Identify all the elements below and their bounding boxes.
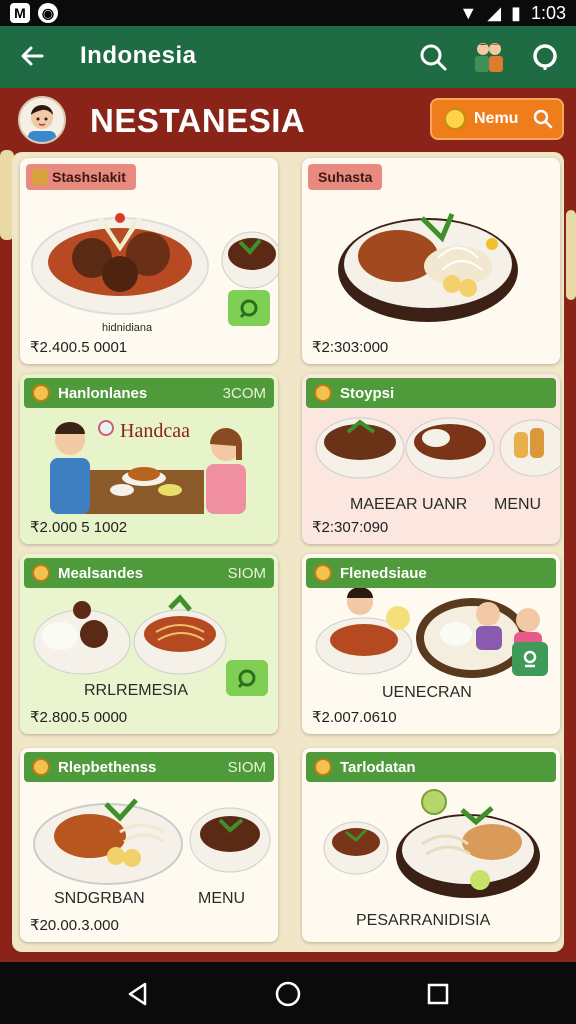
card-title: Suhasta bbox=[318, 169, 373, 185]
back-nav-icon[interactable] bbox=[122, 978, 154, 1010]
search-icon[interactable] bbox=[414, 38, 452, 76]
battery-icon: ▮ bbox=[511, 3, 521, 23]
card-badge: 3COM bbox=[222, 385, 266, 402]
menu-button-label: Nemu bbox=[474, 110, 519, 127]
menu-card-2[interactable]: Suhasta ₹2:303:000 bbox=[302, 158, 560, 364]
menu-badge-icon bbox=[314, 564, 332, 582]
side-decoration-right bbox=[566, 210, 576, 300]
menu-panel: Stashslakit hidnidiana ₹2.400.5 0001 Suh… bbox=[12, 152, 564, 952]
card-title: Tarlodatan bbox=[340, 758, 416, 776]
card-tag: Suhasta bbox=[308, 164, 383, 190]
card-title: Hanlonlanes bbox=[58, 384, 148, 402]
card-header-bar: Mealsandes SIOM bbox=[24, 558, 274, 588]
card-caption: PESARRANIDISIA bbox=[356, 912, 491, 929]
menu-card-4[interactable]: Stoypsi MAEEAR UANR MENU ₹2:307:090 bbox=[302, 374, 560, 544]
location-pin-button[interactable] bbox=[512, 642, 548, 676]
cart-icon bbox=[237, 669, 256, 689]
card-badge: SIOM bbox=[227, 759, 266, 776]
card-tag: Stashslakit bbox=[26, 164, 136, 190]
wifi-icon: ▼ bbox=[459, 3, 478, 23]
menu-badge-icon bbox=[314, 384, 332, 402]
pin-icon bbox=[523, 650, 537, 668]
card-price: ₹2.800.5 0000 bbox=[30, 709, 128, 726]
card-caption: UENECRAN bbox=[382, 684, 472, 701]
signal-icon: ◢ bbox=[487, 3, 502, 23]
add-to-cart-button[interactable] bbox=[226, 660, 268, 696]
recents-nav-icon[interactable] bbox=[422, 978, 454, 1010]
app-bar: Indonesia bbox=[0, 26, 576, 88]
card-caption: hidnidiana bbox=[102, 322, 153, 334]
restaurant-header: NESTANESIA Nemu bbox=[0, 88, 576, 152]
status-time: 1:03 bbox=[530, 3, 566, 23]
card-title: Stashslakit bbox=[52, 169, 126, 185]
card-header-bar: Hanlonlanes 3COM bbox=[24, 378, 274, 408]
menu-badge-icon bbox=[314, 758, 332, 776]
card-title: Stoypsi bbox=[340, 384, 395, 402]
card-price: ₹2.400.5 0001 bbox=[30, 339, 128, 356]
card-header-bar: Rlepbethenss SIOM bbox=[24, 752, 274, 782]
system-nav-bar bbox=[0, 962, 576, 1024]
card-price: ₹20.00.3.000 bbox=[30, 917, 119, 934]
menu-badge-icon bbox=[32, 758, 50, 776]
location-icon[interactable] bbox=[526, 38, 564, 76]
menu-card-6[interactable]: Flenedsiaue UENECRAN ₹2.007.0610 bbox=[302, 554, 560, 734]
card-caption: Handcaa bbox=[120, 420, 190, 442]
card-header-bar: Stoypsi bbox=[306, 378, 556, 408]
card-price: ₹2:303:000 bbox=[312, 339, 389, 356]
menu-search-icon bbox=[534, 109, 553, 129]
cart-icon bbox=[239, 299, 258, 319]
menu-card-1[interactable]: Stashslakit hidnidiana ₹2.400.5 0001 bbox=[20, 158, 278, 364]
menu-card-8[interactable]: Tarlodatan PESARRANIDISIA bbox=[302, 748, 560, 942]
home-nav-icon[interactable] bbox=[272, 978, 304, 1010]
menu-card-5[interactable]: Mealsandes SIOM RRLREMESIA ₹2.800.5 0000 bbox=[20, 554, 278, 734]
card-caption: RRLREMESIA bbox=[84, 682, 189, 699]
menu-card-3[interactable]: Hanlonlanes 3COM Handcaa ₹2.000 5 1002 bbox=[20, 374, 278, 544]
card-caption-right: MENU bbox=[494, 496, 542, 513]
card-price: ₹2:307:090 bbox=[312, 519, 389, 536]
family-icon[interactable] bbox=[470, 38, 508, 76]
brand-title: NESTANESIA bbox=[90, 102, 306, 139]
card-header-bar: Flenedsiaue bbox=[306, 558, 556, 588]
card-caption-left: SNDGRBAN bbox=[54, 890, 145, 907]
menu-search-button[interactable]: Nemu bbox=[430, 98, 564, 140]
add-to-cart-button[interactable] bbox=[228, 290, 270, 326]
notification-app-icon: ◉ bbox=[38, 3, 58, 23]
card-header-bar: Tarlodatan bbox=[306, 752, 556, 782]
menu-tag-icon bbox=[32, 169, 48, 185]
card-title: Flenedsiaue bbox=[340, 564, 427, 582]
notification-m-icon: M bbox=[10, 3, 30, 23]
coin-icon bbox=[444, 108, 466, 130]
card-price: ₹2.007.0610 bbox=[312, 709, 397, 726]
status-bar: M ◉ ▼ ◢ ▮ 1:03 bbox=[0, 0, 576, 26]
card-caption-right: MENU bbox=[198, 890, 246, 907]
card-badge: SIOM bbox=[227, 565, 266, 582]
card-caption-left: MAEEAR UANR bbox=[350, 496, 468, 513]
menu-badge-icon bbox=[32, 384, 50, 402]
menu-badge-icon bbox=[32, 564, 50, 582]
menu-card-7[interactable]: Rlepbethenss SIOM SNDGRBAN MENU ₹20.00.3.… bbox=[20, 748, 278, 942]
card-title: Mealsandes bbox=[58, 564, 144, 582]
app-title: Indonesia bbox=[80, 42, 197, 69]
card-title: Rlepbethenss bbox=[58, 758, 157, 776]
back-arrow-icon[interactable] bbox=[14, 38, 50, 74]
card-price: ₹2.000 5 1002 bbox=[30, 519, 128, 536]
avatar[interactable] bbox=[18, 96, 66, 144]
